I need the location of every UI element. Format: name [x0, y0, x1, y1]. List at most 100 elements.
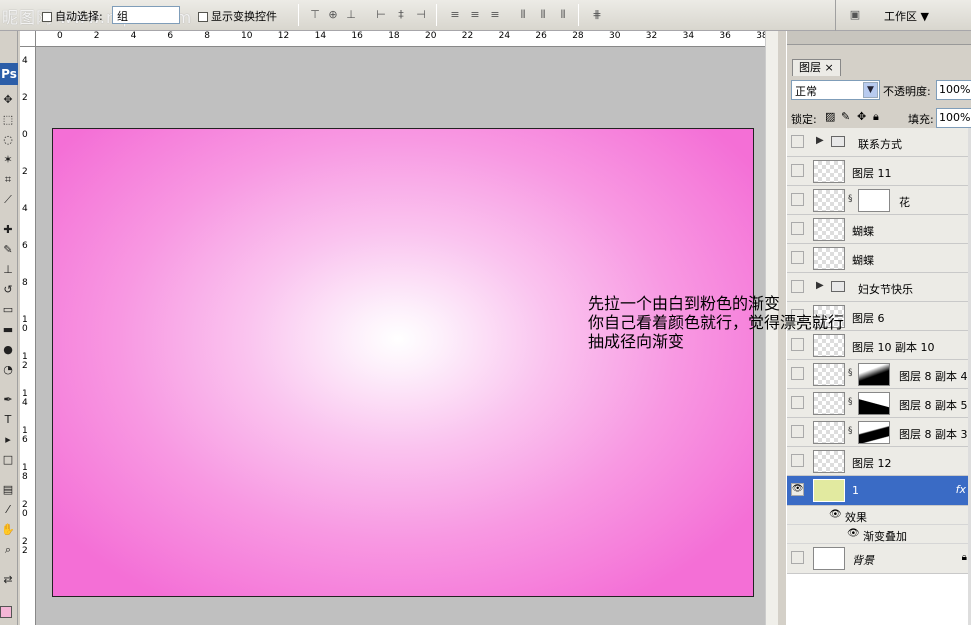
align-left-icon[interactable]: ⊢: [374, 7, 388, 23]
layer-row-background[interactable]: 背景 🔒︎: [787, 544, 971, 574]
link-chain-icon[interactable]: §: [848, 368, 853, 378]
layer-row[interactable]: § 图层 8 副本 3: [787, 418, 971, 447]
layer-row[interactable]: § 花: [787, 186, 971, 215]
lock-pixels-icon[interactable]: ✎: [841, 110, 850, 123]
hand-tool-icon[interactable]: ✋: [0, 521, 16, 539]
visibility-toggle[interactable]: [791, 396, 804, 409]
align-vcenter-icon[interactable]: ⊕: [326, 7, 340, 23]
link-chain-icon[interactable]: §: [848, 194, 853, 204]
layer-thumbnail: [813, 421, 845, 444]
auto-align-icon[interactable]: ⋕: [590, 7, 604, 23]
eye-icon[interactable]: 👁︎: [847, 528, 860, 539]
visibility-toggle[interactable]: [791, 164, 804, 177]
visibility-toggle[interactable]: [791, 454, 804, 467]
foreground-color-swatch[interactable]: [0, 606, 12, 618]
ruler-tick-label: 36: [719, 31, 731, 41]
show-transform-checkbox[interactable]: 显示变换控件: [198, 8, 277, 24]
link-chain-icon[interactable]: §: [848, 397, 853, 407]
link-chain-icon[interactable]: §: [848, 426, 853, 436]
layer-row[interactable]: 图层 12: [787, 447, 971, 476]
distribute-right-icon[interactable]: ⫴: [556, 7, 570, 23]
panel-title-bar[interactable]: [787, 31, 971, 45]
pen-tool-icon[interactable]: ✒: [0, 391, 16, 409]
distribute-left-icon[interactable]: ⫴: [516, 7, 530, 23]
layer-thumbnail: [813, 392, 845, 415]
distribute-top-icon[interactable]: ≡: [448, 7, 462, 23]
visibility-toggle[interactable]: 👁︎: [791, 483, 804, 496]
slice-tool-icon[interactable]: ⟋: [0, 191, 16, 209]
vertical-ruler[interactable]: 4 2 0 2 4 6 8 1 0 1 2 1 4 1 6 1 8 2 0 2 2: [20, 47, 36, 625]
visibility-toggle[interactable]: [791, 193, 804, 206]
align-right-icon[interactable]: ⊣: [414, 7, 428, 23]
horizontal-ruler[interactable]: 0 2 4 6 8 10 12 14 16 18 20 22 24 26 28 30 32 34 36 38: [20, 31, 778, 47]
gradient-overlay-row[interactable]: 👁︎ 渐变叠加: [787, 525, 971, 544]
visibility-toggle[interactable]: [791, 222, 804, 235]
layer-row-selected[interactable]: 👁︎ 1 fx: [787, 476, 971, 506]
close-icon[interactable]: ×: [825, 61, 834, 74]
gradient-canvas[interactable]: [52, 128, 754, 597]
ruler-tick-label: 18: [388, 31, 400, 41]
expand-triangle-icon[interactable]: ▶: [816, 280, 824, 291]
align-hcenter-icon[interactable]: ‡: [394, 7, 408, 23]
auto-select-dropdown[interactable]: 组: [112, 6, 180, 24]
ruler-tick-label: 16: [351, 31, 363, 41]
blend-mode-select[interactable]: 正常 ▼: [791, 80, 880, 100]
align-bottom-icon[interactable]: ⊥: [344, 7, 358, 23]
layer-row[interactable]: ▶ 联系方式: [787, 128, 971, 157]
notes-tool-icon[interactable]: ▤: [0, 481, 16, 499]
opacity-input[interactable]: 100%: [936, 80, 971, 100]
layer-mask-thumbnail[interactable]: [858, 421, 890, 444]
distribute-bottom-icon[interactable]: ≡: [488, 7, 502, 23]
dodge-tool-icon[interactable]: ◔: [0, 361, 16, 379]
type-tool-icon[interactable]: T: [0, 411, 16, 429]
healing-brush-icon[interactable]: ✚: [0, 221, 16, 239]
stamp-tool-icon[interactable]: ⊥: [0, 261, 16, 279]
bridge-icon[interactable]: ▣: [844, 7, 866, 23]
layer-mask-thumbnail[interactable]: [858, 189, 890, 212]
eraser-tool-icon[interactable]: ▭: [0, 301, 16, 319]
layer-row[interactable]: § 图层 8 副本 5: [787, 389, 971, 418]
lock-transparency-icon[interactable]: ▨: [825, 110, 835, 123]
auto-select-checkbox[interactable]: 自动选择:: [42, 8, 103, 24]
layer-row[interactable]: § 图层 8 副本 4: [787, 360, 971, 389]
gradient-tool-icon[interactable]: ▬: [0, 321, 16, 339]
visibility-toggle[interactable]: [791, 551, 804, 564]
lock-position-icon[interactable]: ✥: [857, 110, 866, 123]
visibility-toggle[interactable]: [791, 367, 804, 380]
visibility-toggle[interactable]: [791, 251, 804, 264]
eye-icon[interactable]: 👁︎: [829, 509, 842, 520]
align-top-icon[interactable]: ⊤: [308, 7, 322, 23]
marquee-tool-icon[interactable]: ⬚: [0, 111, 16, 129]
visibility-toggle[interactable]: [791, 425, 804, 438]
layer-row[interactable]: 蝴蝶: [787, 215, 971, 244]
swap-colors-icon[interactable]: ⇄: [0, 571, 16, 589]
ruler-tick-label: 2: [22, 167, 28, 177]
fill-input[interactable]: 100%: [936, 108, 971, 128]
layer-row[interactable]: 蝴蝶: [787, 244, 971, 273]
tab-layers[interactable]: 图层 ×: [792, 59, 841, 76]
path-select-icon[interactable]: ▸: [0, 431, 16, 449]
lasso-tool-icon[interactable]: ◌: [0, 131, 16, 149]
visibility-toggle[interactable]: [791, 135, 804, 148]
layer-mask-thumbnail[interactable]: [858, 392, 890, 415]
visibility-toggle[interactable]: [791, 280, 804, 293]
effects-row[interactable]: 👁︎ 效果: [787, 506, 971, 525]
eyedropper-tool-icon[interactable]: ⁄: [0, 501, 16, 519]
history-brush-icon[interactable]: ↺: [0, 281, 16, 299]
crop-tool-icon[interactable]: ⌗: [0, 171, 16, 189]
move-tool-icon[interactable]: ✥: [0, 91, 16, 109]
chevron-down-icon[interactable]: ▼: [863, 82, 878, 98]
fx-icon[interactable]: fx: [956, 483, 966, 496]
distribute-vcenter-icon[interactable]: ≡: [468, 7, 482, 23]
shape-tool-icon[interactable]: □: [0, 451, 16, 469]
layer-row[interactable]: 图层 11: [787, 157, 971, 186]
blur-tool-icon[interactable]: ●: [0, 341, 16, 359]
brush-tool-icon[interactable]: ✎: [0, 241, 16, 259]
layer-mask-thumbnail[interactable]: [858, 363, 890, 386]
workspace-menu[interactable]: 工作区 ▼: [884, 8, 929, 24]
lock-all-icon[interactable]: 🔒︎: [873, 110, 879, 124]
distribute-hcenter-icon[interactable]: ⫴: [536, 7, 550, 23]
expand-triangle-icon[interactable]: ▶: [816, 135, 824, 146]
zoom-tool-icon[interactable]: ⌕: [0, 541, 16, 559]
magic-wand-icon[interactable]: ✶: [0, 151, 16, 169]
